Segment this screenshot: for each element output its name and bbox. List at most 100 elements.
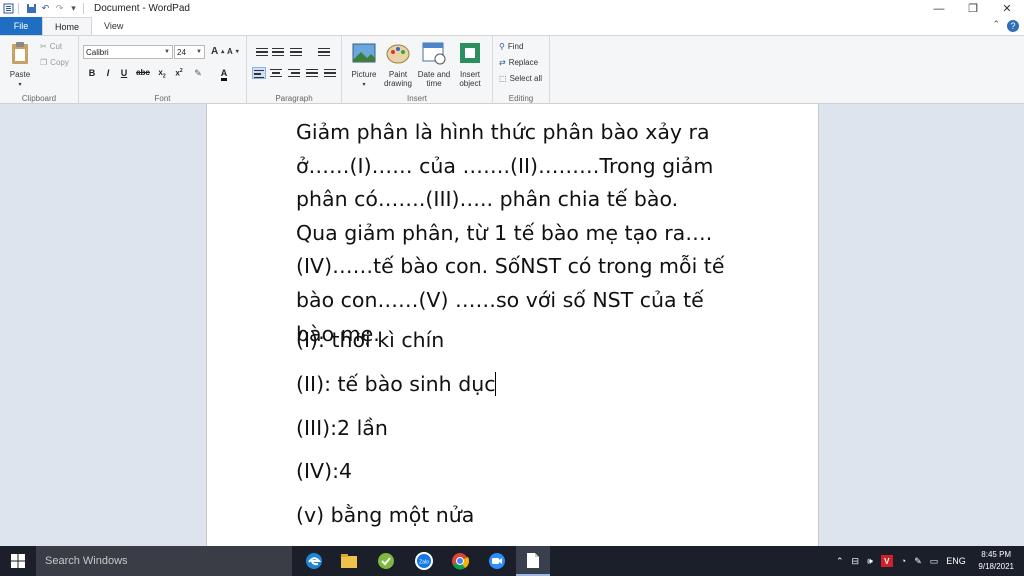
font-color-button[interactable]: A <box>217 68 231 81</box>
chevron-down-icon: ▼ <box>164 49 170 55</box>
underline-button[interactable]: U <box>117 68 131 78</box>
picture-icon <box>352 43 376 63</box>
wifi-icon[interactable]: ◔ <box>901 556 906 566</box>
answer-line-1[interactable]: (I): thời kì chín <box>296 328 444 352</box>
bullets-icon[interactable] <box>289 46 303 58</box>
message-icon[interactable]: ▭ <box>930 556 939 567</box>
calendar-clock-icon <box>422 42 446 65</box>
copy-label: Copy <box>50 58 69 67</box>
start-button[interactable] <box>0 546 36 576</box>
paint-palette-icon <box>386 44 410 64</box>
clipboard-icon <box>12 42 28 64</box>
align-left-icon[interactable] <box>252 67 266 79</box>
font-size-select[interactable]: 24 ▼ <box>174 45 205 59</box>
editing-group: ⚲ Find ⇄ Replace ⬚ Select all Editing <box>493 36 550 105</box>
taskbar: Search Windows Zalo ⌃ ⊟ 🕪 V ◔ ✎ ▭ ENG 8:… <box>0 546 1024 576</box>
wordpad-taskbar-icon[interactable] <box>516 546 550 576</box>
insert-group: Picture ▾ Paint drawing Date and time Inser… <box>342 36 493 105</box>
paragraph-settings-icon[interactable] <box>323 67 337 79</box>
font-size-value: 24 <box>177 47 186 57</box>
text-cursor <box>495 372 497 396</box>
title-bar: ↶ ↷ ▾ Document - WordPad — ❐ ✕ <box>0 0 1024 17</box>
zalo-icon[interactable]: Zalo <box>407 546 441 576</box>
zoom-icon[interactable] <box>480 546 514 576</box>
document-paragraph[interactable]: Giảm phân là hình thức phân bào xảy ra ở… <box>296 116 726 351</box>
answer-line-3[interactable]: (III):2 lần <box>296 416 388 440</box>
insert-object-button[interactable]: Insert object <box>452 40 488 88</box>
select-all-button[interactable]: ⬚ Select all <box>499 74 542 83</box>
align-center-icon[interactable] <box>269 67 283 79</box>
antivirus-icon[interactable]: V <box>880 555 893 567</box>
answer-line-4[interactable]: (IV):4 <box>296 459 352 483</box>
redo-icon[interactable]: ↷ <box>54 3 65 14</box>
edge-icon[interactable] <box>297 546 331 576</box>
undo-icon[interactable]: ↶ <box>40 3 51 14</box>
answer-line-2[interactable]: (II): tế bào sinh dục <box>296 372 497 396</box>
subscript-button[interactable]: x2 <box>155 68 169 80</box>
restore-button[interactable]: ❐ <box>956 0 990 17</box>
svg-text:Zalo: Zalo <box>419 560 429 566</box>
date-time-button[interactable]: Date and time <box>416 40 452 88</box>
file-explorer-icon[interactable] <box>332 546 366 576</box>
paragraph-group-label: Paragraph <box>275 94 313 103</box>
volume-icon[interactable]: 🕪 <box>867 556 873 567</box>
replace-button[interactable]: ⇄ Replace <box>499 58 538 67</box>
object-icon <box>460 43 480 63</box>
clock[interactable]: 8:45 PM 9/18/2021 <box>978 549 1014 573</box>
close-button[interactable]: ✕ <box>990 0 1024 17</box>
ribbon-tabs: File Home View ⌃ ? <box>0 17 1024 35</box>
show-hidden-icons-icon[interactable]: ⌃ <box>836 556 844 567</box>
object-label-2: object <box>459 79 481 88</box>
paragraph-group: Paragraph <box>247 36 342 105</box>
collapse-ribbon-icon[interactable]: ⌃ <box>992 19 1000 30</box>
customize-toolbar-icon[interactable]: ▾ <box>68 3 79 14</box>
tab-view[interactable]: View <box>92 17 135 35</box>
shrink-font-button[interactable]: A ▾ <box>227 47 239 56</box>
strikethrough-button[interactable]: abc <box>134 68 152 77</box>
line-spacing-icon[interactable] <box>317 46 331 58</box>
paint-label-2: drawing <box>383 79 412 88</box>
green-app-icon[interactable] <box>369 546 403 576</box>
paint-drawing-button[interactable]: Paint drawing <box>380 40 416 88</box>
font-group: Calibri ▼ 24 ▼ A ▴ A ▾ B I U abc x2 x2 ✎ A F… <box>79 36 247 105</box>
save-icon[interactable] <box>26 3 37 14</box>
superscript-button[interactable]: x2 <box>172 68 186 78</box>
clipboard-group: Paste ▾ ✂ Cut ❐ Copy Clipboard <box>0 36 79 105</box>
answer-line-2-text: (II): tế bào sinh dục <box>296 372 496 396</box>
clock-time: 8:45 PM <box>981 550 1012 559</box>
tab-file[interactable]: File <box>0 17 42 35</box>
increase-indent-icon[interactable] <box>271 46 285 58</box>
font-family-select[interactable]: Calibri ▼ <box>83 45 173 59</box>
window-title: Document - WordPad <box>94 3 190 14</box>
decrease-indent-icon[interactable] <box>255 46 269 58</box>
help-icon[interactable]: ? <box>1007 20 1019 32</box>
network-device-icon[interactable]: ⊟ <box>852 556 860 567</box>
paste-label: Paste <box>9 70 31 79</box>
copy-button[interactable]: ❐ Copy <box>40 58 69 67</box>
wordpad-app-icon[interactable] <box>3 3 14 14</box>
bold-button[interactable]: B <box>85 68 99 78</box>
justify-icon[interactable] <box>305 67 319 79</box>
find-button[interactable]: ⚲ Find <box>499 42 523 51</box>
cut-button[interactable]: ✂ Cut <box>40 42 62 51</box>
tab-home[interactable]: Home <box>42 17 93 35</box>
separator <box>18 3 19 14</box>
italic-button[interactable]: I <box>101 68 115 78</box>
minimize-button[interactable]: — <box>922 0 956 17</box>
language-indicator[interactable]: ENG <box>946 556 966 566</box>
answer-line-5[interactable]: (v) bằng một nửa <box>296 503 474 527</box>
taskbar-search[interactable]: Search Windows <box>36 546 292 576</box>
chevron-down-icon: ▼ <box>196 49 202 55</box>
font-group-label: Font <box>154 94 171 103</box>
separator <box>83 3 84 14</box>
ribbon: Paste ▾ ✂ Cut ❐ Copy Clipboard Calibri ▼ 24 ▼… <box>0 35 1024 105</box>
grow-font-button[interactable]: A ▴ <box>211 46 224 57</box>
pen-icon[interactable]: ✎ <box>914 556 922 567</box>
align-right-icon[interactable] <box>287 67 301 79</box>
highlight-icon[interactable]: ✎ <box>191 68 205 79</box>
scissors-icon: ✂ <box>40 42 47 51</box>
picture-button[interactable]: Picture ▾ <box>346 40 382 90</box>
system-tray: ⌃ ⊟ 🕪 V ◔ ✎ ▭ ENG <box>836 546 966 576</box>
chrome-icon[interactable] <box>443 546 477 576</box>
paste-button[interactable]: Paste ▾ <box>2 40 38 90</box>
